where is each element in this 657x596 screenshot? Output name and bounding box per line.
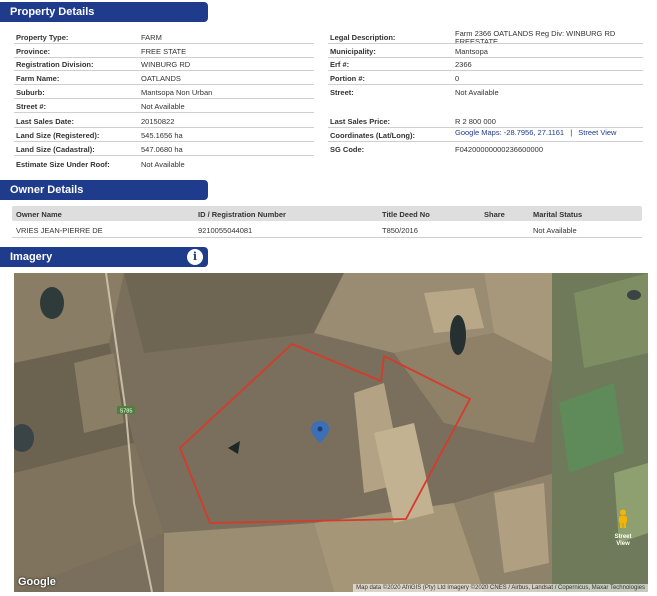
divider <box>14 127 314 128</box>
pegman-label: Street View <box>610 534 636 548</box>
divider <box>328 70 643 71</box>
imagery-header: Imagery <box>0 247 208 267</box>
property-type-label: Property Type: <box>16 33 69 42</box>
farm-name-label: Farm Name: <box>16 74 60 83</box>
street-value: Not Available <box>455 88 499 97</box>
street-view-link[interactable]: Street View <box>578 128 616 137</box>
pegman-label-line1: Street <box>614 534 632 540</box>
sg-code-value: F04200000000236600000 <box>455 145 544 154</box>
street-label: Street: <box>330 88 354 97</box>
erf-number-label: Erf #: <box>330 60 350 69</box>
divider <box>14 155 314 156</box>
owner-details-title: Owner Details <box>10 184 84 196</box>
divider <box>14 112 314 113</box>
owner-details-header: Owner Details <box>0 180 208 200</box>
estimate-size-under-roof-value: Not Available <box>141 160 185 169</box>
street-view-pegman[interactable]: Street View <box>610 509 636 548</box>
land-size-registered-label: Land Size (Registered): <box>16 131 100 140</box>
id-number-cell: 9210055044081 <box>198 226 253 235</box>
pegman-icon <box>619 509 627 528</box>
land-size-registered-value: 545.1656 ha <box>141 131 183 140</box>
google-maps-link[interactable]: Google Maps: -28.7956, 27.1161 <box>455 128 564 137</box>
divider <box>14 57 314 58</box>
farm-name-value: OATLANDS <box>141 74 181 83</box>
last-sales-date-value: 20150822 <box>141 117 175 126</box>
coordinates-value: Google Maps: -28.7956, 27.1161 | Street … <box>455 128 616 137</box>
suburb-label: Suburb: <box>16 88 45 97</box>
province-value: FREE STATE <box>141 47 187 56</box>
divider <box>14 43 314 44</box>
municipality-label: Municipality: <box>330 47 376 56</box>
link-separator: | <box>570 128 573 137</box>
registration-division-label: Registration Division: <box>16 60 94 69</box>
divider <box>12 237 642 238</box>
land-size-cadastral-value: 547.0680 ha <box>141 145 183 154</box>
marital-status-cell: Not Available <box>533 226 577 235</box>
property-type-value: FARM <box>141 33 162 42</box>
column-title-deed: Title Deed No <box>382 210 430 219</box>
last-sales-price-label: Last Sales Price: <box>330 117 391 126</box>
street-number-value: Not Available <box>141 102 185 111</box>
portion-number-label: Portion #: <box>330 74 365 83</box>
road-label: S785 <box>120 409 133 415</box>
municipality-value: Mantsopa <box>455 47 488 56</box>
divider <box>14 98 314 99</box>
last-sales-date-label: Last Sales Date: <box>16 117 74 126</box>
last-sales-price-value: R 2 800 000 <box>455 117 496 126</box>
coordinates-label: Coordinates (Lat/Long): <box>330 131 415 140</box>
map-attribution: Map data ©2020 AfriGIS (Pty) Ltd Imagery… <box>353 584 648 592</box>
land-size-cadastral-label: Land Size (Cadastral): <box>16 145 95 154</box>
property-details-header: Property Details <box>0 2 208 22</box>
satellite-imagery: S785 <box>14 273 648 592</box>
column-id-number: ID / Registration Number <box>198 210 286 219</box>
imagery-title: Imagery <box>10 251 53 263</box>
divider <box>14 84 314 85</box>
legal-description-value-cont: FREESTATE <box>455 37 499 46</box>
legal-description-label: Legal Description: <box>330 33 396 42</box>
divider <box>14 141 314 142</box>
registration-division-value: WINBURG RD <box>141 60 191 69</box>
google-logo-text: Google <box>18 576 56 588</box>
suburb-value: Mantsopa Non Urban <box>141 88 213 97</box>
owner-name-cell: VRIES JEAN-PIERRE DE <box>16 226 103 235</box>
column-marital-status: Marital Status <box>533 210 583 219</box>
info-icon[interactable]: i <box>186 248 204 266</box>
property-details-title: Property Details <box>10 6 95 18</box>
divider <box>14 70 314 71</box>
column-share: Share <box>484 210 505 219</box>
portion-number-value: 0 <box>455 74 460 83</box>
google-logo: Google <box>18 576 56 588</box>
divider <box>328 57 643 58</box>
erf-number-value: 2366 <box>455 60 472 69</box>
pegman-label-line2: View <box>616 541 630 547</box>
column-owner-name: Owner Name <box>16 210 62 219</box>
divider <box>328 84 643 85</box>
province-label: Province: <box>16 47 51 56</box>
estimate-size-under-roof-label: Estimate Size Under Roof: <box>16 160 110 169</box>
satellite-map[interactable]: S785 Google Street View Map data ©2020 A… <box>14 273 648 592</box>
attribution-text: Map data ©2020 AfriGIS (Pty) Ltd Imagery… <box>356 585 645 591</box>
divider <box>328 43 643 44</box>
street-number-label: Street #: <box>16 102 47 111</box>
title-deed-cell: T850/2016 <box>382 226 418 235</box>
sg-code-label: SG Code: <box>330 145 365 154</box>
divider <box>328 141 643 142</box>
